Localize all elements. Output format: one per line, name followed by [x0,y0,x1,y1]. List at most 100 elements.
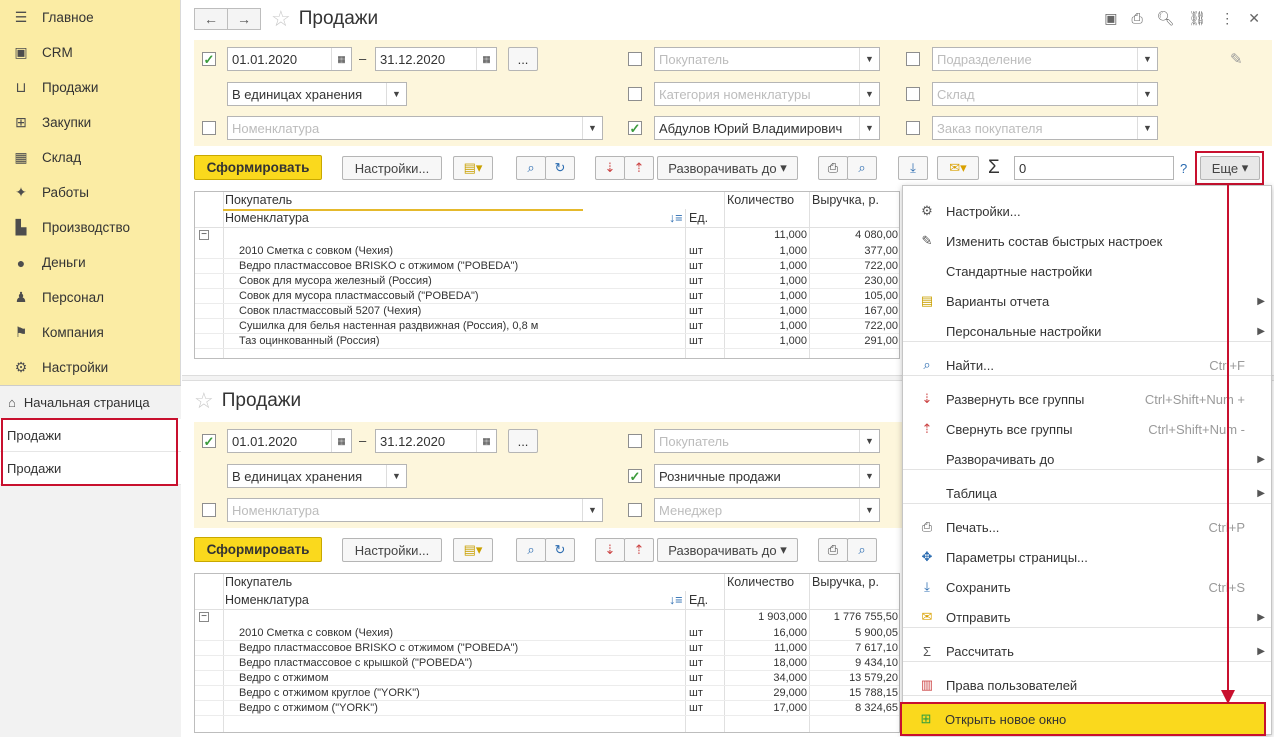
find-button[interactable]: ⌕ [516,156,546,180]
sidebar-item-9[interactable]: ⚑ Компания [0,315,180,350]
print-button[interactable]: ⎙ [818,156,848,180]
division-field[interactable]: Подразделение ▼ [932,47,1158,71]
manager-checkbox[interactable]: ✓ [628,121,642,135]
expand-all-button[interactable]: ⇣ [595,156,625,180]
collapse-all-button[interactable]: ⇡ [624,156,654,180]
generate-button[interactable]: Сформировать [194,155,322,180]
group-toggle[interactable]: − [199,612,209,622]
period-checkbox[interactable]: ✓ [202,52,216,66]
sidebar-item-7[interactable]: ● Деньги [0,245,180,280]
date-from-field[interactable]: 01.01.2020 ▦ [227,429,352,453]
print-icon[interactable]: ⎙ [1132,10,1143,27]
save-icon[interactable]: ▣ [1104,10,1117,27]
expand-to-dropdown[interactable]: Разворачивать до ▾ [657,156,798,180]
category-field[interactable]: Категория номенклатуры ▼ [654,82,880,106]
favorite-star-icon[interactable]: ☆ [271,6,291,32]
date-from-field[interactable]: 01.01.2020 ▦ [227,47,352,71]
generate-button[interactable]: Сформировать [194,537,322,562]
sidebar-item-8[interactable]: ♟ Персонал [0,280,180,315]
favorite-star-icon[interactable]: ☆ [194,388,214,414]
open-window-2[interactable]: Продажи [0,452,181,485]
sidebar-item-2[interactable]: ⊔ Продажи [0,70,180,105]
preview-button[interactable]: ⌕ [847,538,877,562]
date-to-field[interactable]: 31.12.2020 ▦ [375,429,497,453]
back-button[interactable]: ← [194,8,228,30]
save-button[interactable]: ⤓ [898,156,928,180]
close-icon[interactable]: ✕ [1248,10,1260,27]
chevron-down-icon[interactable]: ▼ [859,117,879,139]
table-row[interactable]: Ведро пластмассовое BRISKO с отжимом ("P… [195,641,899,656]
menu-item-16[interactable]: ⊞ Открыть новое окно [900,702,1266,736]
pin-icon[interactable]: ✎ [1230,50,1243,68]
sidebar-item-6[interactable]: ▙ Производство [0,210,180,245]
home-page-link[interactable]: ⌂ Начальная страница [0,386,181,419]
calendar-icon[interactable]: ▦ [331,48,351,70]
warehouse-checkbox[interactable] [906,87,920,101]
sum-field[interactable]: 0 [1014,156,1174,180]
buyer-field[interactable]: Покупатель ▼ [654,47,880,71]
chevron-down-icon[interactable]: ▼ [859,48,879,70]
group-toggle[interactable]: − [199,230,209,240]
chevron-down-icon[interactable]: ▼ [859,83,879,105]
chevron-down-icon[interactable]: ▼ [859,430,879,452]
send-button[interactable]: ✉▾ [937,156,979,180]
sort-icon[interactable]: ↓≡ [669,211,683,225]
table-row[interactable]: 2010 Сметка с совком (Чехия) шт 1,000 377,0… [195,244,899,259]
chevron-down-icon[interactable]: ▼ [1137,83,1157,105]
table-row[interactable]: Совок пластмассовый 5207 (Чехия) шт 1,000 1… [195,304,899,319]
chevron-down-icon[interactable]: ▼ [1137,117,1157,139]
settings-button[interactable]: Настройки... [342,538,442,562]
calendar-icon[interactable]: ▦ [331,430,351,452]
division-checkbox[interactable] [906,52,920,66]
sort-icon[interactable]: ↓≡ [669,593,683,607]
retail-checkbox[interactable]: ✓ [628,469,642,483]
chevron-down-icon[interactable]: ▼ [582,117,602,139]
order-checkbox[interactable] [906,121,920,135]
nomen-checkbox[interactable] [202,121,216,135]
sidebar-item-5[interactable]: ✦ Работы [0,175,180,210]
date-to-field[interactable]: 31.12.2020 ▦ [375,47,497,71]
open-window-1[interactable]: Продажи [0,419,181,452]
retail-field[interactable]: Розничные продажи ▼ [654,464,880,488]
find-next-button[interactable]: ↻ [545,538,575,562]
sidebar-item-3[interactable]: ⊞ Закупки [0,105,180,140]
chevron-down-icon[interactable]: ▼ [1137,48,1157,70]
buyer-checkbox[interactable] [628,434,642,448]
chevron-down-icon[interactable]: ▼ [859,499,879,521]
table-row[interactable]: Совок для мусора железный (Россия) шт 1,00… [195,274,899,289]
preview-icon[interactable]: 🔍︎ [1157,10,1175,27]
sidebar-item-10[interactable]: ⚙ Настройки [0,350,180,385]
manager-field[interactable]: Менеджер ▼ [654,498,880,522]
link-icon[interactable]: ⛓ [1188,10,1206,27]
sidebar-item-4[interactable]: ▦ Склад [0,140,180,175]
variants-button[interactable]: ▤▾ [453,538,493,562]
period-select-button[interactable]: ... [508,429,538,453]
expand-to-dropdown[interactable]: Разворачивать до ▾ [657,538,798,562]
table-row[interactable]: Ведро пластмассовое BRISKO с отжимом ("P… [195,259,899,274]
preview-button[interactable]: ⌕ [847,156,877,180]
sidebar-item-0[interactable]: ☰ Главное [0,0,180,35]
table-row[interactable]: Ведро пластмассовое с крышкой ("POBEDA")… [195,656,899,671]
expand-all-button[interactable]: ⇣ [595,538,625,562]
settings-button[interactable]: Настройки... [342,156,442,180]
buyer-field[interactable]: Покупатель ▼ [654,429,880,453]
table-row[interactable]: Ведро с отжимом ("YORK") шт 17,000 8 324,65 [195,701,899,716]
variants-button[interactable]: ▤▾ [453,156,493,180]
manager-field[interactable]: Абдулов Юрий Владимирович ▼ [654,116,880,140]
find-button[interactable]: ⌕ [516,538,546,562]
calendar-icon[interactable]: ▦ [476,430,496,452]
forward-button[interactable]: → [227,8,261,30]
manager-checkbox[interactable] [628,503,642,517]
category-checkbox[interactable] [628,87,642,101]
chevron-down-icon[interactable]: ▼ [582,499,602,521]
nomen-field[interactable]: Номенклатура ▼ [227,498,603,522]
find-next-button[interactable]: ↻ [545,156,575,180]
table-row[interactable]: Ведро с отжимом шт 34,000 13 579,20 [195,671,899,686]
units-select[interactable]: В единицах хранения ▼ [227,82,407,106]
table-row[interactable]: Таз оцинкованный (Россия) шт 1,000 291,00 [195,334,899,349]
sigma-icon[interactable]: Σ [988,157,1000,179]
chevron-down-icon[interactable]: ▼ [386,83,406,105]
order-field[interactable]: Заказ покупателя ▼ [932,116,1158,140]
table-row[interactable]: 2010 Сметка с совком (Чехия) шт 16,000 5 90… [195,626,899,641]
buyer-checkbox[interactable] [628,52,642,66]
